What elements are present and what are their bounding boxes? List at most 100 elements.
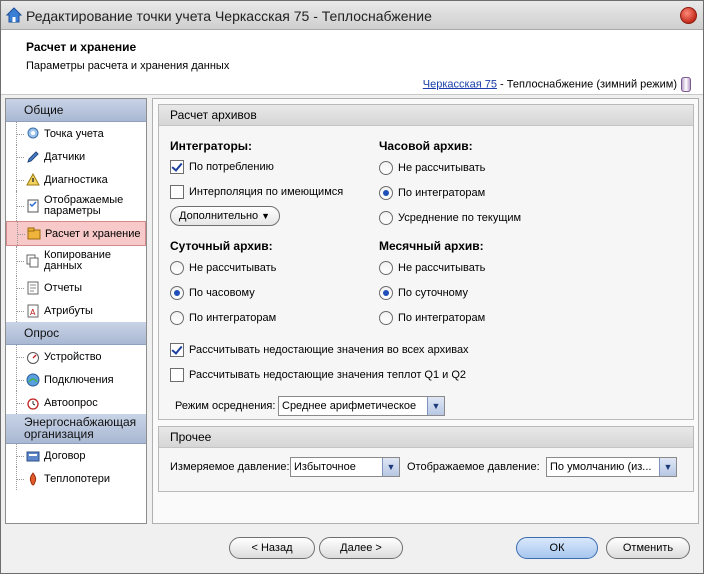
sidebar: Общие Точка учета Датчики Диагностика От… — [5, 98, 147, 524]
page-title: Расчет и хранение — [26, 40, 137, 54]
checkbox-box — [170, 343, 184, 357]
copy-icon — [26, 254, 39, 268]
checkbox-label: Рассчитывать недостающие значения во все… — [189, 344, 469, 356]
daily-option-hourly[interactable]: По часовому — [170, 286, 255, 300]
averaging-label: Режим осреднения: — [175, 400, 276, 412]
checkbox-label: Рассчитывать недостающие значения теплот… — [189, 369, 467, 381]
displayed-pressure-select[interactable]: По умолчанию (из... ▼ — [546, 457, 677, 477]
monthly-option-integrators[interactable]: По интеграторам — [379, 311, 485, 325]
sidebar-item-calc-storage[interactable]: Расчет и хранение — [6, 221, 146, 246]
measured-pressure-value: Избыточное — [294, 461, 356, 473]
radio-label: По суточному — [398, 287, 468, 299]
sidebar-section-polling[interactable]: Опрос — [6, 322, 146, 345]
interpolation-checkbox[interactable]: Интерполяция по имеющимся — [170, 185, 343, 199]
radio-label: Усреднение по текущим — [398, 212, 522, 224]
displayed-pressure-label: Отображаемое давление: — [407, 461, 540, 473]
radio-label: По интеграторам — [398, 312, 486, 324]
cancel-button[interactable]: Отменить — [606, 537, 690, 559]
radio-button — [379, 161, 393, 175]
sidebar-item-metering-point[interactable]: Точка учета — [6, 122, 146, 145]
radio-label: По интеграторам — [189, 312, 277, 324]
sidebar-item-label: Расчет и хранение — [45, 227, 141, 240]
calc-missing-all-checkbox[interactable]: Рассчитывать недостающие значения во все… — [170, 343, 469, 357]
next-button[interactable]: Далее > — [319, 537, 403, 559]
sidebar-item-label: Точка учета — [44, 127, 104, 140]
archives-group-title: Расчет архивов — [159, 105, 693, 126]
daily-archive-label: Суточный архив: — [170, 239, 273, 253]
sidebar-item-diagnostics[interactable]: Диагностика — [6, 168, 146, 191]
radio-button — [379, 261, 393, 275]
title-bar[interactable]: Редактирование точки учета Черкасская 75… — [1, 1, 703, 30]
averaging-value: Среднее арифметическое — [282, 400, 417, 412]
sidebar-section-general[interactable]: Общие — [6, 99, 146, 122]
hourly-option-none[interactable]: Не рассчитывать — [379, 161, 485, 175]
checkbox-box — [170, 185, 184, 199]
report-icon — [27, 281, 39, 294]
monthly-option-none[interactable]: Не рассчитывать — [379, 261, 485, 275]
sidebar-item-label: Подключения — [44, 373, 114, 386]
sidebar-item-label: Копирование данных — [44, 249, 112, 272]
heatloss-icon — [29, 471, 37, 486]
sidebar-item-reports[interactable]: Отчеты — [6, 276, 146, 299]
ok-button[interactable]: ОК — [516, 537, 598, 559]
radio-label: По интеграторам — [398, 187, 486, 199]
sidebar-item-label: Датчики — [44, 150, 86, 163]
sidebar-item-device[interactable]: Устройство — [6, 345, 146, 368]
sidebar-item-label: Автоопрос — [44, 396, 98, 409]
page-subtitle: Параметры расчета и хранения данных — [26, 60, 230, 72]
radio-button — [379, 211, 393, 225]
hourly-option-integrators[interactable]: По интеграторам — [379, 186, 485, 200]
radio-button — [379, 311, 393, 325]
monthly-archive-label: Месячный архив: — [379, 239, 484, 253]
measured-pressure-select[interactable]: Избыточное ▼ — [290, 457, 400, 477]
breadcrumb-text: - Теплоснабжение (зимний режим) — [496, 78, 677, 91]
measured-pressure-label: Измеряемое давление: — [170, 461, 290, 473]
sidebar-item-autopoll[interactable]: Автоопрос — [6, 391, 146, 414]
sidebar-item-attributes[interactable]: A Атрибуты — [6, 299, 146, 322]
breadcrumb: Черкасская 75 - Теплоснабжение (зимний р… — [423, 77, 691, 92]
sidebar-item-sensors[interactable]: Датчики — [6, 145, 146, 168]
home-icon — [5, 7, 23, 23]
sidebar-item-label: Теплопотери — [44, 472, 110, 485]
window-title: Редактирование точки учета Черкасская 75… — [26, 8, 432, 24]
daily-option-integrators[interactable]: По интеграторам — [170, 311, 276, 325]
connection-icon — [26, 373, 40, 386]
radio-button — [170, 286, 184, 300]
sidebar-section-energy-org[interactable]: Энергоснабжающая организация — [6, 414, 146, 444]
extra-dropdown-button[interactable]: Дополнительно ▼ — [170, 206, 280, 226]
monthly-option-daily[interactable]: По суточному — [379, 286, 468, 300]
sidebar-item-heatloss[interactable]: Теплопотери — [6, 467, 146, 490]
page-header: Расчет и хранение Параметры расчета и хр… — [1, 30, 703, 95]
close-icon[interactable] — [680, 7, 697, 24]
sidebar-item-contract[interactable]: Договор — [6, 444, 146, 467]
chevron-down-icon: ▼ — [382, 458, 399, 476]
chevron-down-icon: ▼ — [427, 397, 444, 415]
sidebar-item-copy-data[interactable]: Копирование данных — [6, 246, 146, 276]
checkbox-label: Интерполяция по имеющимся — [189, 186, 344, 198]
calc-missing-q-checkbox[interactable]: Рассчитывать недостающие значения теплот… — [170, 368, 466, 382]
displayed-pressure-value: По умолчанию (из... — [550, 461, 652, 473]
sidebar-item-label: Диагностика — [44, 173, 108, 186]
pin-icon — [27, 127, 39, 138]
sidebar-item-label: Устройство — [44, 350, 102, 363]
sidebar-item-label: Договор — [44, 449, 86, 462]
back-button[interactable]: < Назад — [229, 537, 315, 559]
sidebar-item-connections[interactable]: Подключения — [6, 368, 146, 391]
footer-bar: < Назад Далее > ОК Отменить — [1, 525, 703, 573]
radio-label: По часовому — [189, 287, 255, 299]
sidebar-item-displayed-params[interactable]: Отображаемые параметры — [6, 191, 146, 221]
contract-icon — [26, 451, 40, 461]
other-group-title: Прочее — [159, 427, 693, 448]
pencil-icon — [27, 150, 39, 163]
integrators-label: Интеграторы: — [170, 139, 253, 153]
by-consumption-checkbox[interactable]: По потреблению — [170, 160, 274, 174]
diagnostics-icon — [26, 172, 40, 185]
radio-button — [170, 311, 184, 325]
daily-option-none[interactable]: Не рассчитывать — [170, 261, 276, 275]
svg-text:A: A — [30, 308, 36, 317]
breadcrumb-link[interactable]: Черкасская 75 — [423, 78, 497, 90]
checklist-icon — [27, 199, 39, 213]
averaging-select[interactable]: Среднее арифметическое ▼ — [278, 396, 445, 416]
thermometer-icon — [681, 77, 691, 92]
hourly-option-average[interactable]: Усреднение по текущим — [379, 211, 521, 225]
